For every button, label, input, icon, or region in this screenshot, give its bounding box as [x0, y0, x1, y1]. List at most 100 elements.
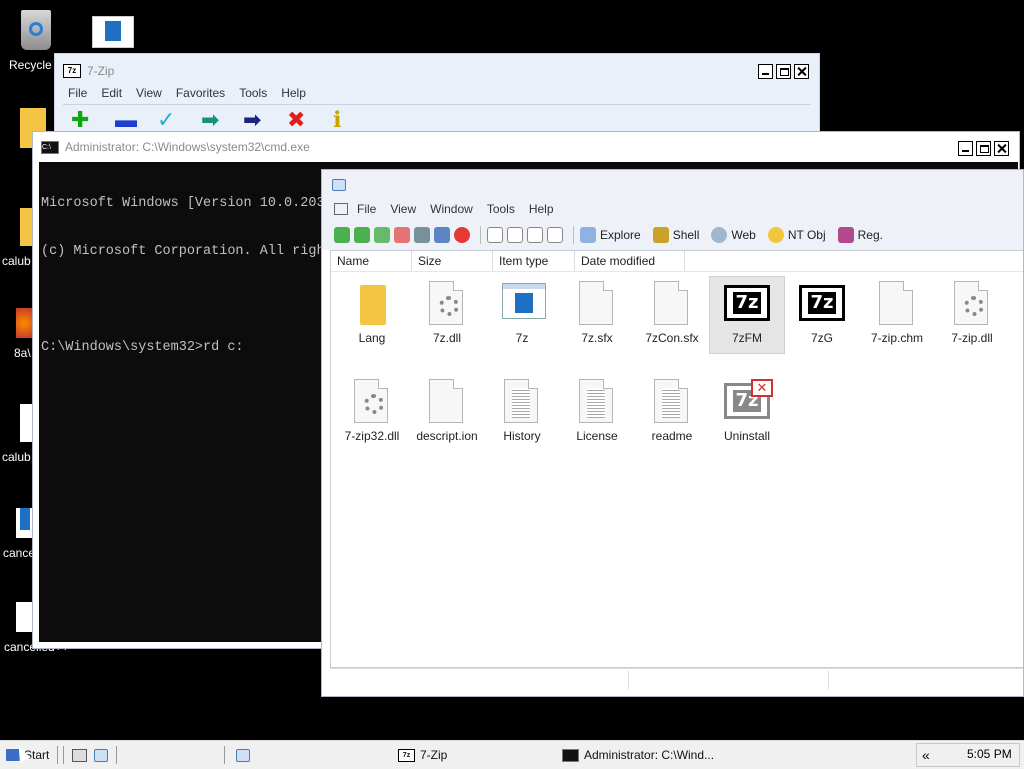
refresh-icon[interactable] [434, 227, 450, 243]
file-name: 7-zip32.dll [344, 429, 400, 443]
text-file-icon [577, 379, 617, 423]
menu-tools[interactable]: Tools [480, 202, 522, 216]
file-item[interactable]: 7z.dll [410, 277, 484, 353]
status-bar [330, 668, 1023, 691]
menu-window[interactable]: Window [423, 202, 480, 216]
recycle-bin-icon [21, 10, 51, 50]
explorer-titlebar[interactable] [322, 170, 1023, 200]
up-icon[interactable] [374, 227, 390, 243]
file-item[interactable]: License [560, 375, 634, 451]
delete-icon[interactable]: ✖ [287, 108, 305, 132]
menu-view[interactable]: View [383, 202, 423, 216]
view-large-icon[interactable] [487, 227, 503, 243]
column-name[interactable]: Name [331, 251, 412, 271]
column-headers: Name Size Item type Date modified [331, 251, 1023, 272]
file-item[interactable]: History [485, 375, 559, 451]
file-item[interactable]: 7z.sfx [560, 277, 634, 353]
stop-icon[interactable] [454, 227, 470, 243]
task-cmd[interactable]: Administrator: C:\Wind... [562, 745, 714, 765]
taskbar: Start 7z 7-Zip Administrator: C:\Wind...… [0, 740, 1024, 769]
copy-icon[interactable]: ➡ [201, 108, 219, 132]
file-item[interactable]: Lang [335, 277, 409, 353]
7zip-task-icon: 7z [398, 748, 415, 762]
file-name: descript.ion [416, 429, 478, 443]
file-item[interactable]: 7zCon.sfx [635, 277, 709, 353]
file-item[interactable]: 7z 7zG [785, 277, 859, 353]
view-list-icon[interactable] [527, 227, 543, 243]
toolbar-registry[interactable]: Reg. [837, 227, 883, 243]
sevenzip-window[interactable]: 7z 7-Zip File Edit View Favorites Tools … [54, 53, 820, 133]
test-icon[interactable]: ✓ [157, 108, 175, 132]
file-item[interactable]: 7z ✕ Uninstall [710, 375, 784, 451]
file-icon [577, 281, 617, 325]
menu-view[interactable]: View [129, 86, 169, 100]
menu-edit[interactable]: Edit [94, 86, 129, 100]
menu-file[interactable]: File [61, 86, 94, 100]
clock[interactable]: 5:05 PM [967, 747, 1012, 761]
toolbar-nt-obj[interactable]: NT Obj [767, 227, 826, 243]
task-7zip[interactable]: 7z 7-Zip [398, 745, 447, 765]
column-date-modified[interactable]: Date modified [575, 251, 685, 271]
explorer-launch-icon [94, 748, 108, 762]
info-icon[interactable]: ℹ [333, 108, 341, 132]
toolbar-web[interactable]: Web [711, 227, 756, 243]
system-tray: « 5:05 PM [916, 743, 1020, 767]
move-icon[interactable]: ➡ [243, 108, 261, 132]
toolbar-shell-label: Shell [672, 228, 700, 242]
search-icon[interactable] [414, 227, 430, 243]
file-icon [652, 281, 692, 325]
task-explorer-window[interactable] [236, 745, 250, 765]
file-item[interactable]: 7z [485, 277, 559, 353]
file-item[interactable]: readme [635, 375, 709, 451]
explorer-window[interactable]: File View Window Tools Help Explore Shel… [321, 169, 1024, 697]
file-item[interactable]: 7z 7zFM [709, 276, 785, 354]
quick-launch-desktop[interactable] [72, 745, 87, 765]
desktop-app-icon[interactable] [92, 16, 134, 48]
window-title: Administrator: C:\Windows\system32\cmd.e… [65, 140, 310, 154]
quick-launch-explorer[interactable] [94, 745, 108, 765]
cmd-titlebar[interactable]: C:\ Administrator: C:\Windows\system32\c… [33, 132, 1019, 162]
column-size[interactable]: Size [412, 251, 493, 271]
menu-tools[interactable]: Tools [232, 86, 274, 100]
column-item-type[interactable]: Item type [493, 251, 575, 271]
file-item[interactable]: 7-zip.dll [935, 277, 1009, 353]
file-item[interactable]: descript.ion [410, 375, 484, 451]
file-icon [427, 379, 467, 423]
menu-favorites[interactable]: Favorites [169, 86, 232, 100]
maximize-button[interactable] [776, 64, 791, 79]
cmd-app-icon: C:\ [41, 140, 59, 154]
file-name: 7zFM [732, 331, 762, 345]
menu-file[interactable]: File [350, 202, 383, 216]
file-list-pane[interactable]: Name Size Item type Date modified Lang 7z… [330, 250, 1023, 668]
menu-help[interactable]: Help [274, 86, 313, 100]
toolbar-registry-label: Reg. [857, 228, 883, 242]
view-small-icon[interactable] [507, 227, 523, 243]
close-button[interactable] [794, 64, 809, 79]
menu-help[interactable]: Help [522, 202, 561, 216]
tray-expand-button[interactable]: « [922, 747, 930, 763]
toolbar-shell[interactable]: Shell [652, 227, 700, 243]
add-icon[interactable]: ✚ [71, 108, 89, 132]
sevenzip-logo-icon: 7z [724, 281, 770, 325]
task-label: 7-Zip [420, 748, 448, 762]
menu-icon [334, 203, 348, 215]
file-item[interactable]: 7-zip32.dll [335, 375, 409, 451]
sevenzip-titlebar[interactable]: 7z 7-Zip [55, 54, 819, 88]
folder-icon [352, 281, 392, 325]
home-icon[interactable] [394, 227, 410, 243]
close-button[interactable] [994, 141, 1009, 156]
maximize-button[interactable] [976, 141, 991, 156]
explorer-task-icon [236, 748, 250, 762]
file-item[interactable]: 7-zip.chm [860, 277, 934, 353]
extract-icon[interactable]: ▬ [115, 108, 137, 132]
view-details-icon[interactable] [547, 227, 563, 243]
file-name: History [503, 429, 541, 443]
file-icon [20, 404, 32, 442]
file-name: Lang [358, 331, 386, 345]
minimize-button[interactable] [958, 141, 973, 156]
forward-icon[interactable] [354, 227, 370, 243]
toolbar-explore[interactable]: Explore [580, 227, 641, 243]
minimize-button[interactable] [758, 64, 773, 79]
back-icon[interactable] [334, 227, 350, 243]
file-name: 7-zip.dll [951, 331, 993, 345]
